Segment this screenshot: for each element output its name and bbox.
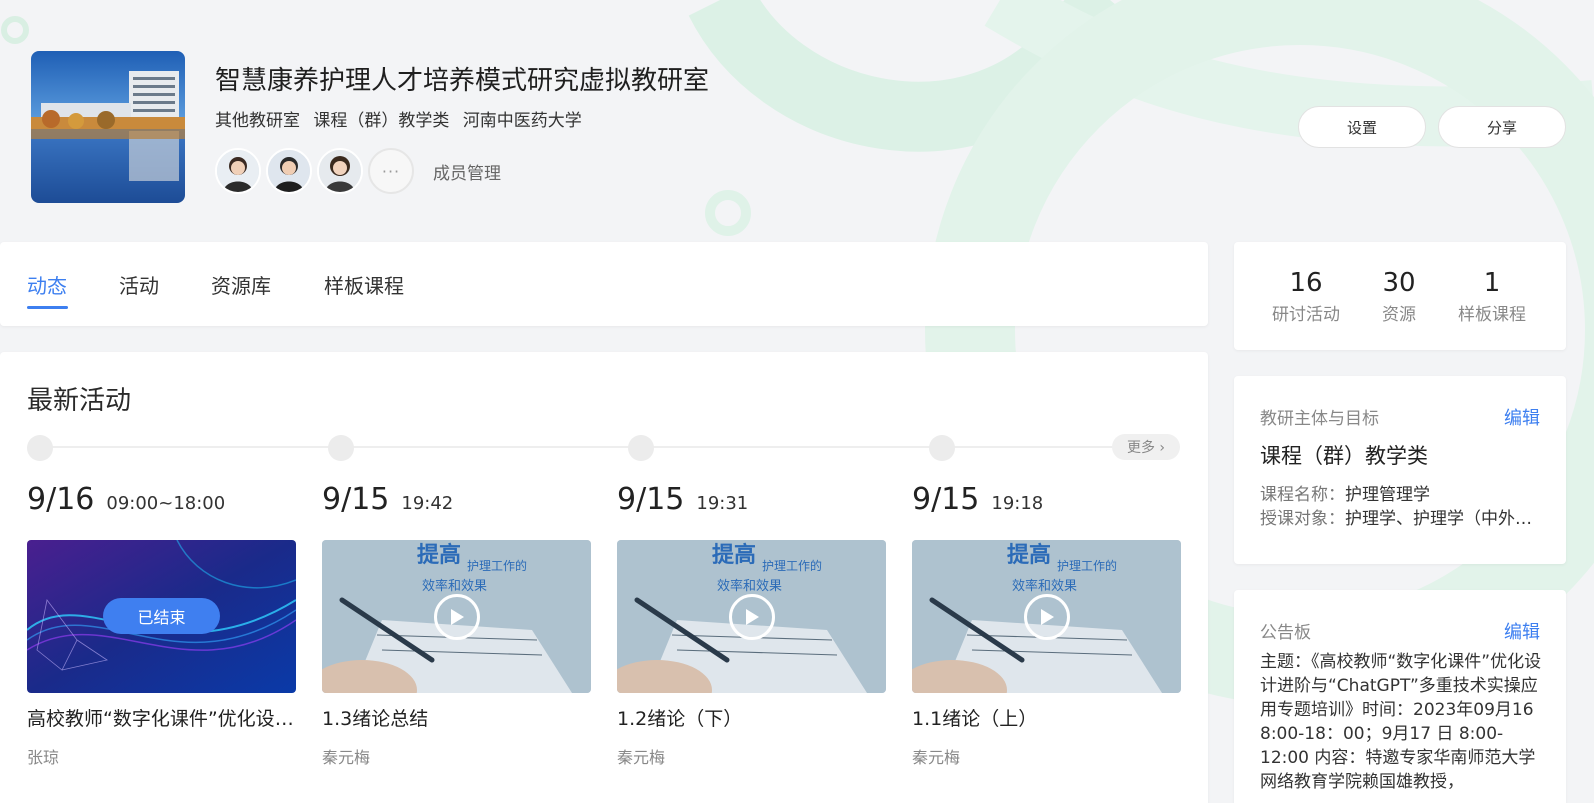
edit-goal-button[interactable]: 编辑 — [1504, 404, 1540, 430]
edit-notice-button[interactable]: 编辑 — [1504, 618, 1540, 644]
activity-date: 9/15 19:18 — [912, 482, 1044, 517]
notice-board-panel: 公告板 编辑 主题：《高校教师“数字化课件”优化设计进阶与“ChatGPT”多重… — [1234, 590, 1566, 803]
tab-resources[interactable]: 资源库 — [211, 270, 271, 299]
activity-author: 秦元梅 — [322, 748, 371, 767]
avatar[interactable] — [317, 148, 363, 194]
activity-author: 张琼 — [27, 748, 60, 767]
status-badge: 已结束 — [103, 598, 220, 634]
activity-card: 9/15 19:18 提高 护理工作的 效率和效果 1.1绪论（上） 秦元梅 — [912, 352, 1181, 803]
play-icon[interactable] — [1024, 594, 1070, 640]
stat-sample-courses[interactable]: 1 样板课程 — [1447, 268, 1537, 325]
tag-room-type: 其他教研室 — [215, 111, 300, 131]
activity-card: 9/15 19:31 提高 护理工作的 效率和效果 1.2绪论（下） 秦元梅 — [617, 352, 886, 803]
tag-category: 课程（群）教学类 — [313, 111, 450, 131]
activity-card: 9/1609:00~18:00 已结束 高校教师“数字化课件”优化设计进阶与“ — [27, 352, 296, 803]
stat-discussions[interactable]: 16 研讨活动 — [1261, 268, 1351, 325]
member-list: ··· 成员管理 — [215, 148, 501, 194]
activity-time: 19:31 — [696, 493, 749, 514]
activity-time: 09:00~18:00 — [106, 493, 226, 514]
svg-text:效率和效果: 效率和效果 — [422, 578, 487, 594]
avatar[interactable] — [215, 148, 261, 194]
svg-text:效率和效果: 效率和效果 — [717, 578, 782, 594]
share-button[interactable]: 分享 — [1438, 106, 1566, 148]
room-cover-image — [31, 51, 185, 203]
svg-text:提高: 提高 — [712, 542, 756, 568]
stat-label: 资源 — [1382, 305, 1416, 325]
stat-value: 1 — [1483, 268, 1501, 298]
tab-activities[interactable]: 活动 — [119, 270, 159, 299]
stat-value: 30 — [1382, 268, 1416, 298]
activity-title[interactable]: 1.3绪论总结 — [322, 704, 591, 731]
tag-school: 河南中医药大学 — [462, 111, 582, 131]
panel-heading: 教研主体与目标 — [1260, 409, 1379, 429]
stat-label: 研讨活动 — [1272, 305, 1340, 325]
notice-content: 主题：《高校教师“数字化课件”优化设计进阶与“ChatGPT”多重技术实操应用专… — [1260, 652, 1542, 792]
room-tags: 其他教研室 课程（群）教学类 河南中医药大学 — [215, 106, 590, 131]
stat-resources[interactable]: 30 资源 — [1354, 268, 1444, 325]
svg-text:护理工作的: 护理工作的 — [467, 558, 527, 573]
stat-label: 样板课程 — [1458, 305, 1526, 325]
svg-text:效率和效果: 效率和效果 — [1012, 578, 1077, 594]
research-goal-panel: 教研主体与目标 编辑 课程（群）教学类 课程名称：护理管理学 授课对象：护理学、… — [1234, 376, 1566, 564]
active-tab-indicator — [27, 306, 68, 309]
course-name-line: 课程名称：护理管理学 — [1260, 485, 1430, 505]
avatar[interactable] — [266, 148, 312, 194]
svg-text:护理工作的: 护理工作的 — [762, 558, 822, 573]
svg-text:护理工作的: 护理工作的 — [1057, 558, 1117, 573]
activity-thumbnail[interactable]: 提高 护理工作的 效率和效果 — [617, 540, 886, 693]
activity-date: 9/15 19:31 — [617, 482, 749, 517]
activity-date: 9/15 19:42 — [322, 482, 454, 517]
activity-title[interactable]: 1.2绪论（下） — [617, 704, 886, 731]
activity-time: 19:18 — [991, 493, 1044, 514]
activity-title[interactable]: 1.1绪论（上） — [912, 704, 1181, 731]
stat-value: 16 — [1289, 268, 1323, 298]
activity-thumbnail[interactable]: 已结束 — [27, 540, 296, 693]
timeline-dot — [328, 435, 354, 461]
room-title: 智慧康养护理人才培养模式研究虚拟教研室 — [215, 66, 710, 96]
activity-date: 9/16 09:00~18:00 — [27, 482, 226, 517]
activity-card: 9/15 19:42 提高 护理工作的 效率和效果 1.3绪论总结 秦元梅 — [322, 352, 591, 803]
play-icon[interactable] — [434, 594, 480, 640]
play-icon[interactable] — [729, 594, 775, 640]
panel-heading: 公告板 — [1260, 623, 1311, 643]
tab-sample-courses[interactable]: 样板课程 — [324, 270, 404, 299]
more-members-button[interactable]: ··· — [368, 148, 414, 194]
svg-text:提高: 提高 — [1007, 542, 1051, 568]
room-header: 智慧康养护理人才培养模式研究虚拟教研室 其他教研室 课程（群）教学类 河南中医药… — [0, 0, 1594, 230]
goal-type: 课程（群）教学类 — [1260, 444, 1428, 468]
svg-text:提高: 提高 — [417, 542, 461, 568]
activity-time: 19:42 — [401, 493, 454, 514]
activity-thumbnail[interactable]: 提高 护理工作的 效率和效果 — [322, 540, 591, 693]
target-audience-line: 授课对象：护理学、护理学（中外合作办学） — [1260, 509, 1540, 529]
timeline-dot — [27, 435, 53, 461]
stats-panel: 16 研讨活动 30 资源 1 样板课程 — [1234, 242, 1566, 350]
activity-author: 秦元梅 — [912, 748, 961, 767]
settings-button[interactable]: 设置 — [1298, 106, 1426, 148]
activity-thumbnail[interactable]: 提高 护理工作的 效率和效果 — [912, 540, 1181, 693]
tab-dynamics[interactable]: 动态 — [27, 270, 67, 299]
activity-title[interactable]: 高校教师“数字化课件”优化设计进阶与“ChatGPT”多重技术实操应用专题培训 — [27, 704, 296, 731]
tab-bar: 动态 活动 资源库 样板课程 — [0, 242, 1208, 326]
timeline-dot — [628, 435, 654, 461]
member-manage-link[interactable]: 成员管理 — [433, 159, 501, 184]
timeline-dot — [929, 435, 955, 461]
latest-activities-panel: 最新活动 更多 › 9/16 09:00~18:00 已结束 高校教师“数字化课… — [0, 352, 1208, 803]
activity-author: 秦元梅 — [617, 748, 666, 767]
